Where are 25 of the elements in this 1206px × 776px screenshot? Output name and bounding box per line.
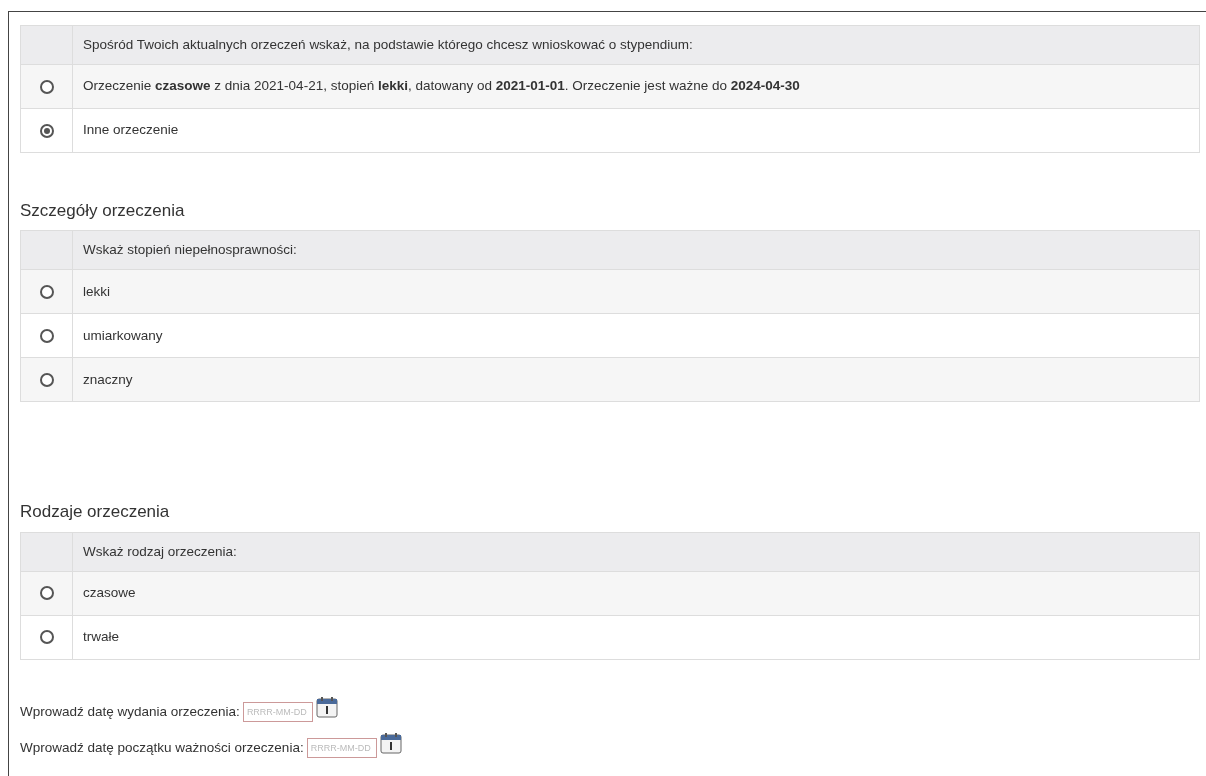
radio-button[interactable]	[39, 328, 54, 343]
radio-button[interactable]	[39, 586, 54, 601]
radio-button[interactable]	[39, 79, 54, 94]
option-label: znaczny	[83, 370, 133, 389]
option-label: czasowe	[83, 584, 136, 603]
option-label: Orzeczenie czasowe z dnia 2021-04-21, stopień lekki, datowany od 2021-01-01. Orzeczenie jest ważne do 2024-04-30	[83, 77, 800, 96]
table-header-text: Wskaż rodzaj orzeczenia:	[83, 542, 237, 561]
field-label: Wprowadź datę początku ważności orzeczenia:	[20, 738, 304, 757]
date-input-field[interactable]: RRRR-MM-DD	[306, 737, 377, 758]
radio-button[interactable]	[39, 630, 54, 645]
section-heading: Szczegóły orzeczenia	[20, 201, 186, 222]
section-heading: Rodzaje orzeczenia	[20, 502, 171, 523]
table-header-text: Spośród Twoich aktualnych orzeczeń wskaż, na podstawie którego chcesz wnioskować o stypendium:	[83, 35, 693, 54]
date-input-field[interactable]: RRRR-MM-DD	[242, 701, 313, 722]
radio-button[interactable]	[39, 284, 54, 299]
radio-button[interactable]	[39, 123, 54, 138]
calendar-icon[interactable]	[379, 731, 402, 754]
option-label: trwałe	[83, 628, 119, 647]
calendar-icon[interactable]	[315, 695, 338, 718]
option-label: umiarkowany	[83, 326, 163, 345]
option-label: Inne orzeczenie	[83, 121, 179, 140]
option-label: lekki	[83, 282, 110, 301]
radio-button[interactable]	[39, 372, 54, 387]
table-header-text: Wskaż stopień niepełnosprawności:	[83, 241, 297, 260]
field-label: Wprowadź datę wydania orzeczenia:	[20, 702, 240, 721]
